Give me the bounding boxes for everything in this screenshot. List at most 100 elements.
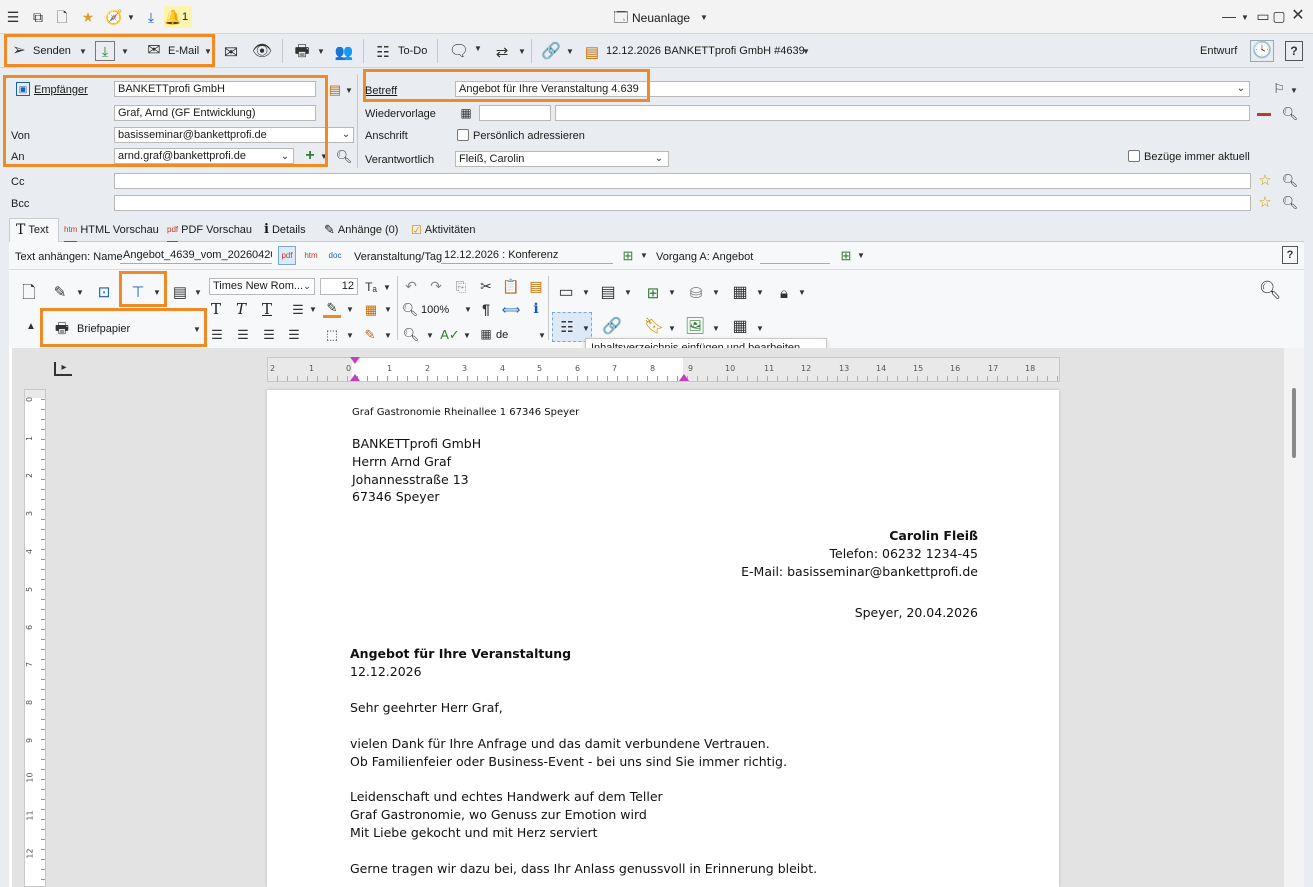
attach-html-icon[interactable]: htm — [302, 246, 320, 265]
resubmission-search-icon[interactable]: 🔍︎ — [1282, 105, 1299, 121]
recipient-label[interactable]: Empfänger — [34, 84, 88, 96]
add-process-dropdown-icon[interactable]: ▼ — [857, 251, 865, 260]
database-dropdown-icon[interactable]: ▼ — [712, 288, 720, 297]
resubmission-note-field[interactable] — [555, 105, 1250, 121]
link-icon[interactable]: 🔗 — [540, 42, 562, 62]
lock-dropdown-icon[interactable]: ▼ — [798, 288, 806, 297]
forward-icon[interactable]: ⇄ — [491, 42, 513, 62]
line-spacing-icon[interactable]: ☰ — [289, 301, 307, 317]
send-dropdown-icon[interactable]: ▼ — [79, 47, 87, 56]
save-download-icon[interactable]: ⤓ — [95, 41, 115, 61]
attach-pdf-icon[interactable]: pdf — [278, 246, 296, 265]
select-all-icon[interactable]: ▤ — [528, 278, 544, 294]
underline-text-icon[interactable]: T — [262, 300, 272, 318]
insert-frame-dropdown-icon[interactable]: ▼ — [668, 288, 676, 297]
help-icon[interactable]: ? — [1285, 41, 1303, 61]
insert-table-icon[interactable]: ▦ — [728, 316, 752, 338]
subject-field[interactable]: Angebot für Ihre Veranstaltung 4.639 — [455, 81, 1250, 97]
header-footer-dropdown-icon[interactable]: ▼ — [582, 288, 590, 297]
print-icon[interactable]: 🖶 — [291, 42, 313, 62]
font-size-select[interactable]: 12 — [320, 278, 358, 295]
page-setup-dropdown-icon[interactable]: ▼ — [624, 288, 632, 297]
process-field[interactable] — [760, 248, 830, 264]
highlight-color-icon[interactable]: ✎ — [323, 300, 341, 318]
left-indent-bottom-marker[interactable] — [350, 374, 360, 381]
image-icon[interactable]: 🖼︎ — [684, 316, 706, 338]
left-indent-marker[interactable] — [350, 357, 360, 364]
tab-details[interactable]: i Details — [260, 219, 310, 241]
right-indent-marker[interactable] — [679, 374, 689, 381]
cc-field[interactable] — [114, 173, 1251, 189]
justify-icon[interactable]: ☰ — [286, 326, 302, 342]
scrollbar-thumb[interactable] — [1292, 388, 1296, 458]
bcc-field[interactable] — [114, 195, 1251, 211]
event-dropdown-icon[interactable]: ▼ — [802, 47, 810, 56]
people-icon[interactable]: 👥 — [334, 42, 354, 62]
format-painter-icon[interactable]: ✎ — [362, 326, 378, 342]
insert-field-icon[interactable]: ⊡ — [92, 281, 116, 303]
personal-address-checkbox[interactable] — [457, 129, 469, 141]
new-document-icon[interactable]: 🗋 — [54, 9, 70, 25]
zoom-dropdown-icon[interactable]: ▼ — [464, 305, 472, 314]
paste-template-dropdown-icon[interactable]: ▼ — [194, 288, 202, 297]
insert-table-dropdown-icon[interactable]: ▼ — [756, 324, 764, 333]
hyperlink-icon[interactable]: 🔗 — [600, 316, 624, 338]
print-dropdown-icon[interactable]: ▼ — [317, 47, 325, 56]
search-recipient-icon[interactable]: 🔍︎ — [336, 148, 353, 164]
event-day-field[interactable]: 12.12.2026 : Konferenz — [441, 248, 613, 264]
comment-dropdown-icon[interactable]: ▼ — [474, 44, 482, 53]
preview-eye-icon[interactable]: 👁 — [250, 42, 274, 62]
add-event-day-dropdown-icon[interactable]: ▼ — [640, 251, 648, 260]
pilcrow-icon[interactable]: ¶ — [479, 300, 493, 318]
responsible-chevron-icon[interactable]: ⌄ — [652, 152, 666, 166]
recipient-company-field[interactable]: BANKETTprofi GmbH — [114, 81, 316, 97]
edit-template-dropdown-icon[interactable]: ▼ — [76, 288, 84, 297]
header-footer-icon[interactable]: ▭ — [556, 282, 576, 304]
undo-icon[interactable]: ↶ — [403, 278, 419, 294]
highlight-color-dropdown-icon[interactable]: ▼ — [346, 305, 354, 314]
language-select[interactable]: de — [496, 329, 508, 341]
subject-label[interactable]: Betreff — [365, 85, 397, 97]
font-chevron-icon[interactable]: ⌄ — [301, 279, 313, 293]
restore-icon[interactable]: ▭ — [1256, 9, 1270, 23]
add-process-icon[interactable]: ⊞ — [838, 247, 854, 263]
spellcheck-dropdown-icon[interactable]: ▼ — [463, 331, 471, 340]
tab-activities[interactable]: ☑ Aktivitäten — [407, 219, 480, 241]
text-style-icon[interactable]: Tₐ — [363, 279, 379, 295]
insert-frame-icon[interactable]: ⊞ — [642, 282, 664, 304]
minimize-icon[interactable]: — — [1222, 9, 1236, 23]
from-chevron-icon[interactable]: ⌄ — [339, 128, 353, 142]
find-dropdown-icon[interactable]: ▼ — [426, 331, 434, 340]
hamburger-menu-icon[interactable]: ☰ — [5, 9, 21, 25]
add-recipient-dropdown-icon[interactable]: ▼ — [320, 152, 328, 161]
color-grid-dropdown-icon[interactable]: ▼ — [384, 305, 392, 314]
bcc-search-icon[interactable]: 🔍︎ — [1282, 194, 1299, 210]
stationery-dropdown-icon[interactable]: ▼ — [193, 325, 201, 334]
stationery-select[interactable]: Briefpapier — [77, 323, 130, 335]
tab-text[interactable]: T Text — [12, 219, 53, 241]
borders-dropdown-icon[interactable]: ▼ — [346, 331, 354, 340]
maximize-icon[interactable]: ▢ — [1272, 9, 1286, 23]
from-field[interactable]: basisseminar@bankettprofi.de — [114, 127, 354, 143]
remove-resubmission-icon[interactable] — [1257, 113, 1271, 116]
paste-template-icon[interactable]: ▤ — [170, 281, 190, 303]
edit-template-icon[interactable]: ✎ — [50, 282, 70, 302]
italic-text-icon[interactable]: T — [236, 300, 246, 318]
address-book-dropdown-icon[interactable]: ▼ — [345, 86, 353, 95]
borders-icon[interactable]: ⬚ — [324, 326, 340, 342]
bcc-star-icon[interactable]: ☆ — [1257, 194, 1273, 210]
font-name-select[interactable]: Times New Rom... — [209, 278, 315, 295]
save-dropdown-icon[interactable]: ▼ — [121, 47, 129, 56]
zoom-level[interactable]: 100% — [421, 304, 449, 316]
todo-button[interactable]: To-Do — [398, 45, 427, 57]
open-mail-icon[interactable]: ✉ — [220, 42, 242, 62]
window-menu-chevron-icon[interactable]: ▼ — [1241, 13, 1249, 22]
email-dropdown-icon[interactable]: ▼ — [204, 47, 212, 56]
copy-icon[interactable]: ⎘ — [453, 278, 469, 294]
email-button[interactable]: E-Mail — [168, 45, 199, 57]
insert-block-icon[interactable]: ⊤ — [126, 281, 150, 303]
tab-html-preview[interactable]: htm HTML Vorschau — [60, 219, 163, 242]
clock-document-icon[interactable]: 🕓 — [1250, 40, 1274, 62]
recipient-person-field[interactable]: Graf, Arnd (GF Entwicklung) — [114, 105, 316, 121]
flag-icon[interactable]: ⚐ — [1272, 81, 1286, 95]
